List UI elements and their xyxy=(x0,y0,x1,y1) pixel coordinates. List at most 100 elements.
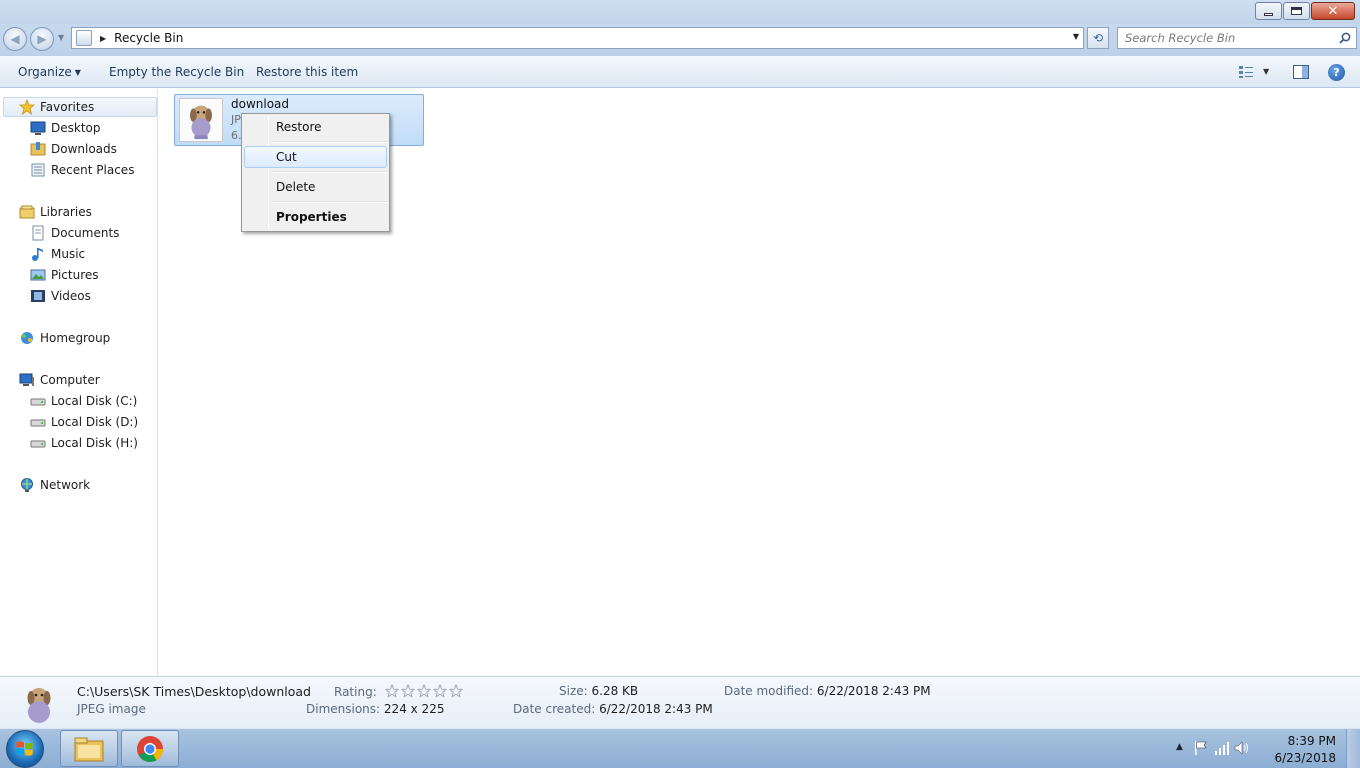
nav-downloads[interactable]: Downloads xyxy=(30,139,117,159)
network-signal-icon[interactable] xyxy=(1214,740,1230,756)
restore-window-icon xyxy=(1291,7,1302,15)
star-outline-icon[interactable] xyxy=(400,684,415,698)
clock-date[interactable]: 6/23/2018 xyxy=(1274,751,1336,765)
menu-item-cut[interactable]: Cut xyxy=(244,146,387,168)
star-outline-icon[interactable] xyxy=(384,684,399,698)
nav-music-label: Music xyxy=(51,247,86,261)
menu-separator xyxy=(272,171,387,173)
star-outline-icon[interactable] xyxy=(448,684,463,698)
nav-local-disk-d[interactable]: Local Disk (D:) xyxy=(30,412,138,432)
documents-icon xyxy=(32,225,44,241)
nav-desktop[interactable]: Desktop xyxy=(30,118,101,138)
file-type-partial: JP xyxy=(231,113,241,126)
nav-pictures[interactable]: Pictures xyxy=(30,265,99,285)
folder-icon xyxy=(74,737,104,761)
nav-documents-label: Documents xyxy=(51,226,120,240)
close-button[interactable]: ✕ xyxy=(1311,2,1355,20)
action-center-flag-icon[interactable] xyxy=(1194,740,1208,756)
star-outline-icon[interactable] xyxy=(416,684,431,698)
recycle-bin-icon xyxy=(76,30,92,46)
window-controls: ✕ xyxy=(1254,2,1355,20)
clock-time[interactable]: 8:39 PM xyxy=(1288,734,1336,748)
details-path: C:\Users\SK Times\Desktop\download xyxy=(77,684,311,699)
empty-recycle-bin-button[interactable]: Empty the Recycle Bin xyxy=(109,65,244,79)
nav-videos-label: Videos xyxy=(51,289,91,303)
menu-item-properties[interactable]: Properties xyxy=(244,206,387,228)
rating-stars[interactable] xyxy=(384,684,463,698)
refresh-button[interactable]: ⟲ xyxy=(1087,27,1109,49)
dog-thumbnail-icon xyxy=(27,688,51,723)
dog-thumbnail-icon xyxy=(179,98,223,142)
music-icon xyxy=(32,248,43,261)
address-row: ◀ ▶ ▼ ▶ Recycle Bin ▼ ⟲ xyxy=(0,24,1360,56)
context-menu: Restore Cut Delete Properties xyxy=(241,113,390,232)
details-date-modified: Date modified: 6/22/2018 2:43 PM xyxy=(724,684,931,698)
nav-libraries[interactable]: Libraries xyxy=(19,202,92,222)
star-outline-icon[interactable] xyxy=(432,684,447,698)
menu-separator xyxy=(272,141,387,143)
chevron-down-icon: ▼ xyxy=(74,68,81,77)
hard-drive-icon xyxy=(30,419,46,427)
nav-desktop-label: Desktop xyxy=(51,121,101,135)
details-dimensions: Dimensions: 224 x 225 xyxy=(306,702,444,716)
date-modified-value: 6/22/2018 2:43 PM xyxy=(816,684,931,698)
preview-pane-icon[interactable] xyxy=(1293,65,1309,79)
nav-local-disk-h[interactable]: Local Disk (H:) xyxy=(30,433,138,453)
nav-network-label: Network xyxy=(40,478,91,492)
nav-recent-places[interactable]: Recent Places xyxy=(30,160,134,180)
nav-local-disk-h-label: Local Disk (H:) xyxy=(51,436,138,450)
details-date-created: Date created: 6/22/2018 2:43 PM xyxy=(513,702,713,716)
close-icon: ✕ xyxy=(1327,3,1339,19)
chrome-icon xyxy=(137,735,164,762)
details-pane: C:\Users\SK Times\Desktop\download JPEG … xyxy=(0,676,1360,728)
nav-documents[interactable]: Documents xyxy=(30,223,119,243)
menu-item-restore[interactable]: Restore xyxy=(244,116,387,138)
videos-icon xyxy=(31,290,45,302)
nav-pictures-label: Pictures xyxy=(51,268,99,282)
windows-logo-icon xyxy=(16,741,33,756)
file-name: download xyxy=(231,97,290,111)
nav-computer-label: Computer xyxy=(40,373,100,387)
size-label: Size: xyxy=(559,684,588,698)
back-button[interactable]: ◀ xyxy=(3,27,27,51)
command-bar: Organize ▼ Empty the Recycle Bin Restore … xyxy=(0,56,1360,88)
dimensions-value: 224 x 225 xyxy=(383,702,445,716)
nav-music[interactable]: Music xyxy=(30,244,85,264)
volume-icon[interactable] xyxy=(1234,740,1250,756)
title-bar: ✕ xyxy=(0,0,1360,24)
minimize-icon xyxy=(1264,12,1273,16)
help-icon[interactable]: ? xyxy=(1328,64,1345,81)
desktop-icon xyxy=(30,121,46,135)
taskbar-chrome-button[interactable] xyxy=(121,730,179,767)
change-view-icon[interactable] xyxy=(1238,65,1254,79)
breadcrumb-recycle-bin[interactable]: Recycle Bin xyxy=(114,31,183,45)
view-options-dropdown-icon[interactable]: ▼ xyxy=(1263,67,1269,76)
menu-item-delete[interactable]: Delete xyxy=(244,176,387,198)
nav-homegroup-label: Homegroup xyxy=(40,331,111,345)
minimize-button[interactable] xyxy=(1255,2,1282,20)
details-size: Size: 6.28 KB xyxy=(559,684,638,698)
address-dropdown-icon[interactable]: ▼ xyxy=(1073,32,1079,41)
nav-network[interactable]: Network xyxy=(19,475,90,495)
restore-item-button[interactable]: Restore this item xyxy=(256,65,358,79)
nav-homegroup[interactable]: Homegroup xyxy=(19,328,110,348)
nav-videos[interactable]: Videos xyxy=(30,286,91,306)
search-icon[interactable] xyxy=(1339,32,1351,44)
search-input[interactable] xyxy=(1118,28,1328,48)
maximize-button[interactable] xyxy=(1283,2,1310,20)
recent-pages-dropdown[interactable]: ▼ xyxy=(58,33,64,42)
start-button[interactable] xyxy=(6,730,44,768)
show-hidden-icons-icon[interactable]: ▲ xyxy=(1176,742,1183,752)
nav-computer[interactable]: Computer xyxy=(19,370,100,390)
organize-button[interactable]: Organize ▼ xyxy=(18,65,81,79)
taskbar-explorer-button[interactable] xyxy=(60,730,118,767)
nav-downloads-label: Downloads xyxy=(51,142,117,156)
nav-local-disk-c[interactable]: Local Disk (C:) xyxy=(30,391,137,411)
forward-button[interactable]: ▶ xyxy=(30,27,54,51)
menu-separator xyxy=(272,201,387,203)
show-desktop-button[interactable] xyxy=(1346,729,1360,768)
homegroup-icon xyxy=(21,332,33,344)
breadcrumb-chevron-icon[interactable]: ▶ xyxy=(100,34,106,43)
address-bar[interactable]: ▶ Recycle Bin ▼ xyxy=(71,27,1084,49)
nav-favorites[interactable]: Favorites xyxy=(3,97,157,117)
